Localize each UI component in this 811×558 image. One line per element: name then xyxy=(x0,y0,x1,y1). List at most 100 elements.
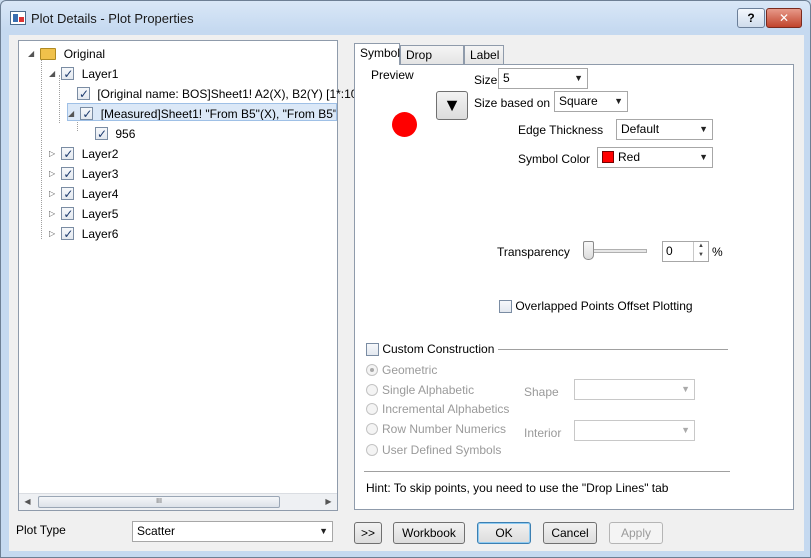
transparency-spinbox[interactable]: 0 ▲ ▼ xyxy=(662,241,709,262)
plot-type-combo[interactable]: Scatter ▼ xyxy=(132,521,333,542)
transparency-slider-track[interactable] xyxy=(585,249,647,253)
section-separator xyxy=(498,349,728,350)
dropdown-arrow-icon: ▼ xyxy=(681,384,690,394)
custom-construction-row[interactable]: Custom Construction xyxy=(366,342,494,357)
tree-line xyxy=(59,75,60,123)
tab-symbol[interactable]: Symbol xyxy=(354,43,400,65)
expand-button[interactable]: >> xyxy=(354,522,382,544)
workbook-button[interactable]: Workbook xyxy=(393,522,465,544)
tab-drop-lines[interactable]: Drop Lines xyxy=(400,45,464,80)
symbol-panel: Preview ▼ Size 5 ▼ Size based on Square … xyxy=(354,64,794,510)
cancel-button[interactable]: Cancel xyxy=(543,522,597,544)
radio-button[interactable] xyxy=(366,444,378,456)
symbol-color-combo[interactable]: Red ▼ xyxy=(597,147,713,168)
size-based-on-value: Square xyxy=(559,94,598,108)
plot-tree[interactable]: ◢ Original ◢ Layer1 [Original name: BOS]… xyxy=(18,40,357,511)
tree-item-layer3[interactable]: ▷ Layer3 xyxy=(49,164,119,183)
radio-label: Row Number Numerics xyxy=(382,422,507,436)
radio-incremental-alphabetics[interactable]: Incremental Alphabetics xyxy=(366,402,509,416)
expanded-icon[interactable]: ◢ xyxy=(28,45,37,63)
collapsed-icon[interactable]: ▷ xyxy=(49,185,58,203)
radio-geometric[interactable]: Geometric xyxy=(366,363,437,377)
size-based-on-combo[interactable]: Square ▼ xyxy=(554,91,628,112)
radio-label: Incremental Alphabetics xyxy=(382,402,510,416)
tree-item-layer1[interactable]: ◢ Layer1 xyxy=(49,64,119,83)
tree-item-measured[interactable]: ◢ [Measured]Sheet1! "From B5"(X), "From … xyxy=(67,103,337,121)
expanded-icon[interactable]: ◢ xyxy=(49,65,58,83)
collapsed-icon[interactable]: ▷ xyxy=(49,145,58,163)
transparency-label: Transparency xyxy=(497,245,570,259)
edge-thickness-label: Edge Thickness xyxy=(518,123,604,137)
layer-checkbox[interactable] xyxy=(61,165,75,183)
dropdown-arrow-icon: ▼ xyxy=(319,526,328,536)
tree-item-layer6[interactable]: ▷ Layer6 xyxy=(49,224,119,243)
tree-item-956[interactable]: 956 xyxy=(95,124,135,143)
symbol-color-value: Red xyxy=(618,150,641,164)
tree-label: Layer3 xyxy=(81,166,119,181)
shape-combo[interactable]: ▼ xyxy=(574,379,695,400)
plot-details-window: Plot Details - Plot Properties ? ✕ ◢ Ori… xyxy=(0,0,811,558)
edge-thickness-combo[interactable]: Default ▼ xyxy=(616,119,713,140)
symbol-preview xyxy=(392,112,417,137)
tree-item-original-name[interactable]: [Original name: BOS]Sheet1! A2(X), B2(Y)… xyxy=(77,84,357,103)
collapsed-icon[interactable]: ▷ xyxy=(49,165,58,183)
help-button[interactable]: ? xyxy=(737,8,765,28)
shape-label: Shape xyxy=(524,385,559,399)
size-label: Size xyxy=(474,73,498,87)
layer1-checkbox[interactable] xyxy=(61,65,75,83)
size-combo[interactable]: 5 ▼ xyxy=(498,68,588,89)
radio-row-number-numerics[interactable]: Row Number Numerics xyxy=(366,422,506,436)
tree-label: Layer6 xyxy=(81,226,119,241)
app-icon xyxy=(10,11,26,25)
window-title: Plot Details - Plot Properties xyxy=(31,11,194,26)
transparency-slider-thumb[interactable] xyxy=(583,241,594,260)
radio-button[interactable] xyxy=(366,403,378,415)
spin-down-icon[interactable]: ▼ xyxy=(694,251,708,260)
collapsed-icon[interactable]: ▷ xyxy=(49,205,58,223)
radio-button[interactable] xyxy=(366,364,378,376)
layer-checkbox[interactable] xyxy=(61,185,75,203)
radio-button[interactable] xyxy=(366,423,378,435)
layer-checkbox[interactable] xyxy=(61,145,75,163)
tree-label: [Measured]Sheet1! "From B5"(X), "From B5… xyxy=(100,106,337,121)
layer-checkbox[interactable] xyxy=(61,225,75,243)
hint-separator xyxy=(364,471,730,472)
overlap-checkbox[interactable] xyxy=(499,300,512,314)
radio-label: User Defined Symbols xyxy=(382,443,502,457)
ok-button[interactable]: OK xyxy=(477,522,531,544)
spin-up-icon[interactable]: ▲ xyxy=(694,242,708,251)
scroll-thumb[interactable]: III xyxy=(38,496,280,508)
collapsed-icon[interactable]: ▷ xyxy=(49,225,58,243)
tab-label[interactable]: Label xyxy=(464,45,504,64)
scroll-right-icon[interactable]: ▶ xyxy=(320,494,337,510)
layer-checkbox[interactable] xyxy=(61,205,75,223)
custom-construction-checkbox[interactable] xyxy=(366,343,379,357)
edge-thickness-value: Default xyxy=(621,122,660,136)
measured-checkbox[interactable] xyxy=(80,105,94,120)
triangle-down-icon: ▼ xyxy=(443,95,461,115)
expanded-icon[interactable]: ◢ xyxy=(68,105,77,120)
radio-button[interactable] xyxy=(366,384,378,396)
radio-user-defined-symbols[interactable]: User Defined Symbols xyxy=(366,443,501,457)
interior-combo[interactable]: ▼ xyxy=(574,420,695,441)
close-button[interactable]: ✕ xyxy=(766,8,802,28)
radio-single-alphabetic[interactable]: Single Alphabetic xyxy=(366,383,474,397)
folder-open-icon xyxy=(40,47,57,60)
item-956-checkbox[interactable] xyxy=(95,125,108,143)
scroll-left-icon[interactable]: ◀ xyxy=(19,494,36,510)
overlap-checkbox-row[interactable]: Overlapped Points Offset Plotting xyxy=(499,299,693,314)
tree-item-layer5[interactable]: ▷ Layer5 xyxy=(49,204,118,223)
tree-horizontal-scrollbar[interactable]: ◀ III ▶ xyxy=(19,493,337,510)
tree-line xyxy=(41,55,42,239)
apply-button[interactable]: Apply xyxy=(609,522,663,544)
title-bar: Plot Details - Plot Properties ? ✕ xyxy=(1,1,810,35)
tree-item-layer4[interactable]: ▷ Layer4 xyxy=(49,184,118,203)
symbol-gallery-button[interactable]: ▼ xyxy=(436,91,468,120)
tree-label: Layer1 xyxy=(81,66,119,81)
tree-label: Original xyxy=(63,46,106,61)
spin-buttons[interactable]: ▲ ▼ xyxy=(693,242,708,261)
overlap-label: Overlapped Points Offset Plotting xyxy=(515,299,693,313)
original-name-checkbox[interactable] xyxy=(77,85,90,103)
tree-item-original[interactable]: ◢ Original xyxy=(28,44,105,62)
tree-item-layer2[interactable]: ▷ Layer2 xyxy=(49,144,118,163)
